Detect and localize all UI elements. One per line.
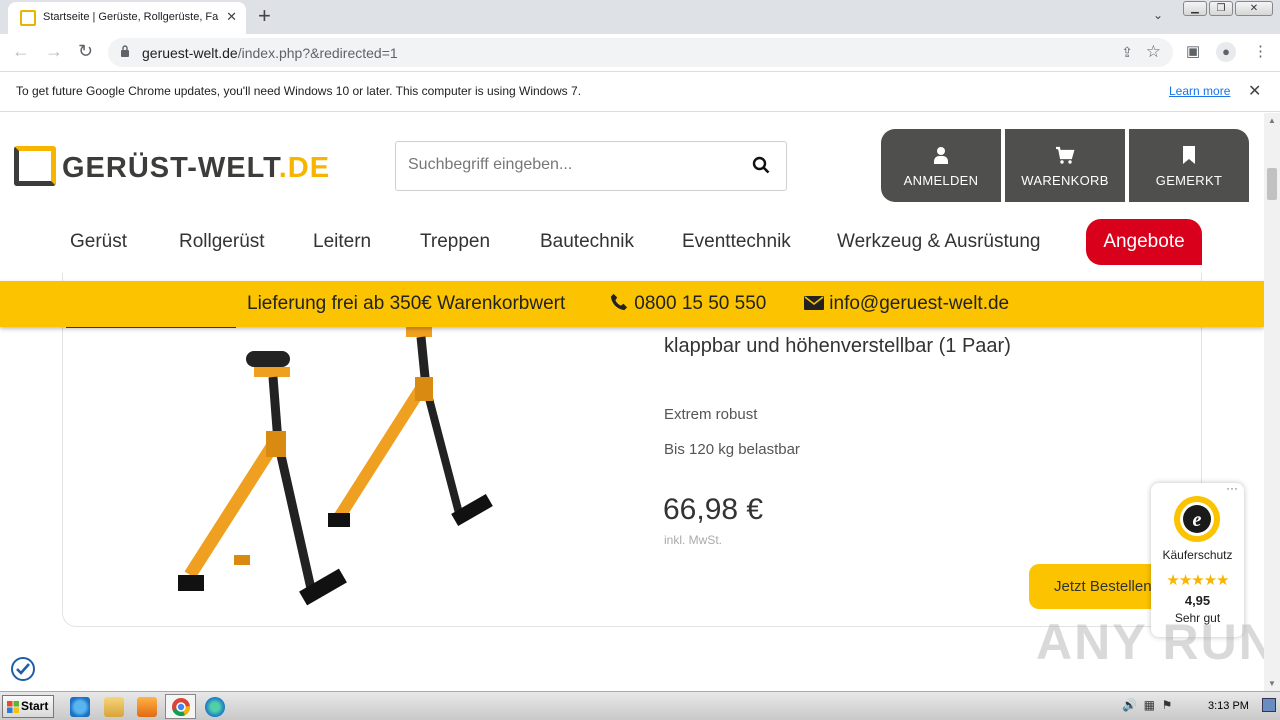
vat-note: inkl. MwSt. [664,533,723,547]
menu-kebab-icon[interactable]: ⋮ [1253,42,1268,60]
product-title[interactable]: klappbar und höhenverstellbar (1 Paar) [664,335,1011,358]
system-tray[interactable]: 🔊 ▦ ⚑ [1122,698,1172,712]
wishlist-label: GEMERKT [1155,173,1223,188]
nav-item-eventtechnik[interactable]: Eventtechnik [682,231,791,253]
share-icon[interactable]: ⇪ [1121,44,1133,61]
taskbar-clock[interactable]: 3:13 PM [1208,700,1249,712]
windows-taskbar: Start 🔊 ▦ ⚑ 3:13 PM [0,691,1280,720]
cart-label: WARENKORB [1021,173,1109,188]
service-bar: Lieferung frei ab 350€ Warenkorbwert 080… [0,281,1264,327]
tab-title: Startseite | Gerüste, Rollgerüste, Fa [43,11,219,23]
bookmark-star-icon[interactable]: ☆ [1146,42,1161,62]
back-icon[interactable]: ← [12,41,30,62]
rating-stars: ★★★★★ [1166,572,1229,589]
restore-button[interactable]: ❐ [1209,1,1233,16]
chrome-taskbar-button[interactable] [165,694,196,719]
buyer-protection-label: Käuferschutz [1162,548,1233,562]
profile-avatar-icon[interactable]: ● [1216,42,1236,62]
scroll-down-icon[interactable]: ▼ [1268,679,1276,688]
update-infobar: To get future Google Chrome updates, you… [0,72,1280,112]
email-address: info@geruest-welt.de [829,293,1010,314]
scrollbar-thumb[interactable] [1267,168,1277,200]
svg-text:e: e [1193,509,1202,531]
nav-item-bautechnik[interactable]: Bautechnik [540,231,634,253]
anyrun-watermark: ANY RUN [1036,614,1264,670]
phone-number: 0800 15 50 550 [634,293,767,314]
privacy-shield-icon[interactable] [10,656,36,682]
chrome-icon [172,698,191,717]
login-label: ANMELDEN [903,173,979,188]
forward-icon[interactable]: → [45,41,63,62]
scroll-up-icon[interactable]: ▲ [1268,116,1276,125]
show-desktop-icon[interactable] [1262,698,1276,712]
bookmark-icon [1183,146,1195,164]
new-tab-button[interactable]: + [258,3,271,29]
wishlist-button[interactable]: GEMERKT [1129,129,1249,202]
nav-item-werkzeug[interactable]: Werkzeug & Ausrüstung [837,231,1040,253]
cart-button[interactable]: WARENKORB [1005,129,1125,202]
internet-explorer-icon[interactable] [70,697,90,717]
nav-item-rollgeruest[interactable]: Rollgerüst [179,231,265,253]
nav-item-geruest[interactable]: Gerüst [70,231,127,253]
product-price: 66,98 € [663,493,764,526]
delivery-info: Lieferung frei ab 350€ Warenkorbwert [247,293,566,314]
address-bar[interactable]: geruest-welt.de/index.php?&redirected=1 … [108,38,1173,67]
logo-tld-text: .DE [278,152,331,184]
browser-toolbar: ← → ↻ geruest-welt.de/index.php?&redirec… [0,34,1280,72]
reload-icon[interactable]: ↻ [78,41,93,62]
roller-stand-back [328,327,493,527]
url-text: geruest-welt.de/index.php?&redirected=1 [142,45,398,61]
logo-mark-icon [14,146,56,186]
browser-tab[interactable]: Startseite | Gerüste, Rollgerüste, Fa ✕ [8,2,246,34]
site-logo[interactable]: GERÜST-WELT.DE [14,146,329,188]
product-image[interactable] [160,327,510,617]
start-button[interactable]: Start [2,695,54,718]
side-panel-icon[interactable]: ▣ [1186,42,1200,60]
close-window-button[interactable]: ✕ [1235,1,1273,16]
logo-main-text: GERÜST-WELT [62,152,279,184]
lock-icon [121,45,129,57]
tab-close-icon[interactable]: ✕ [226,9,237,25]
product-feature: Extrem robust [664,406,758,423]
web-page: GERÜST-WELT.DE ANMELDEN WARENKORB GEMERK… [0,113,1264,691]
main-navigation: Gerüst Rollgerüst Leitern Treppen Bautec… [0,219,1264,269]
phone-icon [610,293,628,311]
nav-item-treppen[interactable]: Treppen [420,231,490,253]
email-link[interactable]: info@geruest-welt.de [804,293,1009,315]
trusted-shops-seal-icon: e [1174,496,1220,542]
logo-wordmark: GERÜST-WELT.DE [62,152,330,185]
url-domain: geruest-welt.de [142,45,238,61]
phone-link[interactable]: 0800 15 50 550 [609,293,766,315]
infobar-close-icon[interactable]: ✕ [1248,81,1261,101]
windows-flag-icon [7,701,19,713]
infobar-message: To get future Google Chrome updates, you… [16,84,582,98]
start-label: Start [21,699,49,713]
search-icon[interactable] [752,156,770,174]
user-icon [934,147,948,164]
rating-score: 4,95 [1184,593,1211,608]
url-path: /index.php?&redirected=1 [237,45,398,61]
site-search [395,141,787,191]
nav-item-leitern[interactable]: Leitern [313,231,371,253]
login-button[interactable]: ANMELDEN [881,129,1001,202]
edge-icon[interactable] [205,697,225,717]
mail-icon [804,296,824,310]
badge-more-icon[interactable]: ··· [1226,481,1238,495]
explorer-folder-icon[interactable] [104,697,124,717]
nav-item-angebote[interactable]: Angebote [1086,219,1202,265]
minimize-button[interactable]: ▁ [1183,1,1207,16]
favicon-icon [20,10,36,26]
learn-more-link[interactable]: Learn more [1169,84,1230,98]
product-feature: Bis 120 kg belastbar [664,441,800,458]
cart-icon [1056,146,1075,164]
tab-strip: Startseite | Gerüste, Rollgerüste, Fa ✕ … [0,0,1280,34]
media-player-icon[interactable] [137,697,157,717]
search-input[interactable] [408,156,738,174]
tab-search-chevron-icon[interactable]: ⌄ [1153,8,1163,22]
roller-stand-front [178,351,347,606]
page-scrollbar[interactable]: ▲ ▼ [1264,113,1280,691]
